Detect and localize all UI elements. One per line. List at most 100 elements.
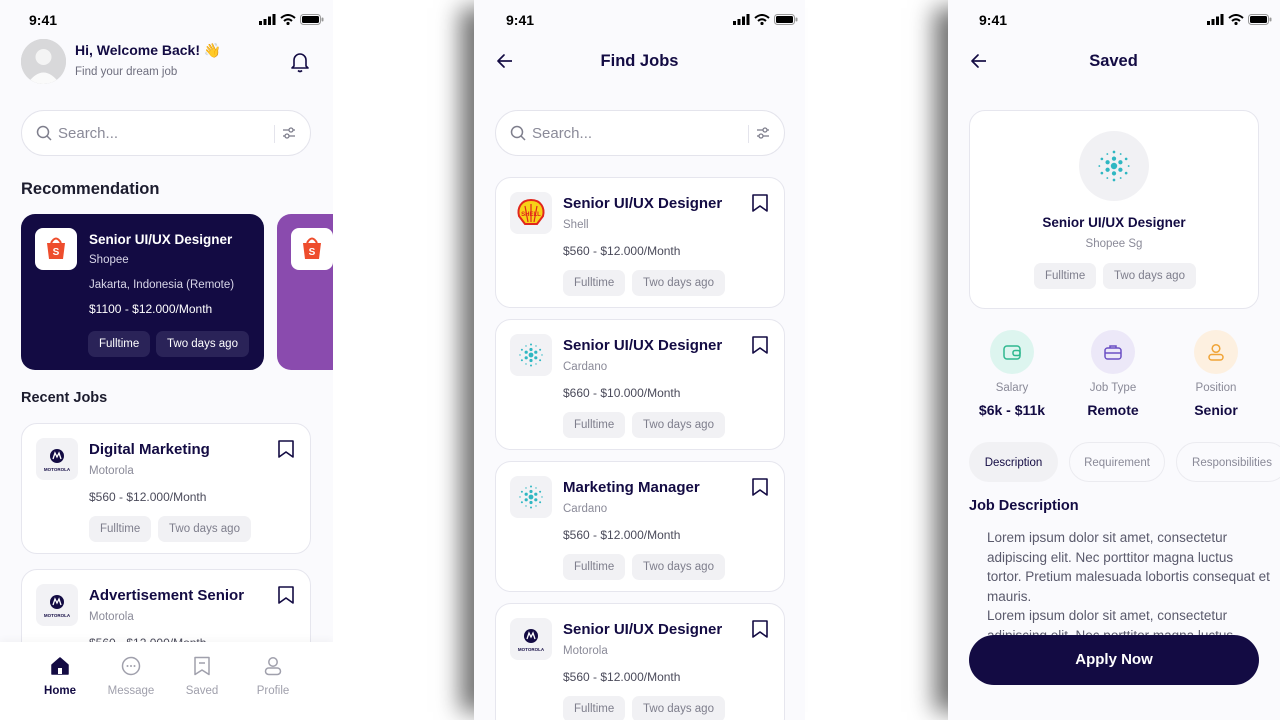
motorola-icon: MOTOROLA <box>518 629 545 652</box>
job-tag-type: Fulltime <box>89 516 152 542</box>
info-job-type-label: Job Type <box>1089 382 1137 394</box>
page-title: Saved <box>1089 52 1138 70</box>
bookmark-icon[interactable] <box>277 439 295 459</box>
job-company: Motorola <box>89 465 134 477</box>
avatar[interactable] <box>21 39 66 84</box>
job-salary: $560 - $12.000/Month <box>89 490 207 504</box>
nav-message[interactable]: Message <box>101 656 161 697</box>
job-title: Advertisement Senior <box>89 587 245 604</box>
status-bar: 9:41 <box>948 0 1280 40</box>
tab-responsibilities[interactable]: Responsibilities <box>1176 442 1280 482</box>
nav-home[interactable]: Home <box>30 656 90 697</box>
featured-job-card[interactable]: S Senior UI/UX Designer Shopee Jakarta, … <box>21 214 264 370</box>
cardano-logo <box>510 334 552 376</box>
greeting: Hi, Welcome Back! 👋 <box>75 42 222 58</box>
job-company: Cardano <box>563 503 608 515</box>
search-icon <box>510 125 526 141</box>
job-tag-type: Fulltime <box>563 270 626 296</box>
saved-job-company: Shopee Sg <box>1085 238 1143 250</box>
apply-now-button[interactable]: Apply Now <box>969 635 1259 685</box>
bookmark-icon[interactable] <box>751 477 769 497</box>
svg-text:S: S <box>53 247 60 258</box>
job-title: Marketing Manager <box>563 479 700 496</box>
info-job-type-circle <box>1091 330 1135 374</box>
svg-text:MOTOROLA: MOTOROLA <box>44 467 71 472</box>
status-bar: 9:41 <box>474 0 805 40</box>
avatar-image <box>21 39 66 84</box>
info-position-value: Senior <box>1194 402 1238 418</box>
svg-text:S: S <box>309 247 316 258</box>
status-bar: 9:41 <box>0 0 333 40</box>
nav-saved-label: Saved <box>185 685 219 697</box>
info-salary-value: $6k - $11k <box>978 402 1046 418</box>
motorola-icon: MOTOROLA <box>44 449 71 472</box>
shopee-logo-2: S <box>291 228 333 270</box>
info-salary-label: Salary <box>995 382 1029 394</box>
info-salary-circle <box>990 330 1034 374</box>
info-position-label: Position <box>1195 382 1237 394</box>
shopee-icon: S <box>303 237 321 259</box>
featured-location: Jakarta, Indonesia (Remote) <box>89 279 235 291</box>
job-salary: $560 - $12.000/Month <box>563 670 681 684</box>
job-salary: $660 - $10.000/Month <box>563 386 681 400</box>
shopee-logo: S <box>35 228 77 270</box>
tab-requirement[interactable]: Requirement <box>1069 442 1165 482</box>
info-salary: Salary $6k - $11k <box>967 330 1057 418</box>
featured-tag-date: Two days ago <box>156 331 249 357</box>
job-tag-date: Two days ago <box>158 516 251 542</box>
job-card[interactable]: SHELL Senior UI/UX Designer Shell $560 -… <box>495 177 785 308</box>
job-tag-date: Two days ago <box>632 412 725 438</box>
bookmark-icon[interactable] <box>751 193 769 213</box>
status-time: 9:41 <box>979 12 1008 28</box>
saved-screen: 9:41 Saved Senior UI/UX Designer Shopee … <box>948 0 1280 720</box>
filter-icon[interactable] <box>756 126 770 140</box>
tab-description[interactable]: Description <box>969 442 1058 482</box>
job-company: Motorola <box>89 611 134 623</box>
message-icon <box>121 656 141 676</box>
cardano-logo <box>510 476 552 518</box>
bottom-nav: Home Message Saved Profile <box>0 642 333 720</box>
job-tag-type: Fulltime <box>563 554 626 580</box>
job-title: Senior UI/UX Designer <box>563 621 723 638</box>
shell-icon: SHELL <box>517 198 545 225</box>
job-tag-type: Fulltime <box>563 412 626 438</box>
job-card[interactable]: Marketing Manager Cardano $560 - $12.000… <box>495 461 785 592</box>
filter-icon[interactable] <box>282 126 296 140</box>
wifi-icon <box>754 13 770 25</box>
status-icons <box>1207 13 1272 25</box>
job-title: Senior UI/UX Designer <box>563 195 723 212</box>
featured-tag-type: Fulltime <box>88 331 151 357</box>
nav-profile[interactable]: Profile <box>243 656 303 697</box>
svg-text:MOTOROLA: MOTOROLA <box>44 613 71 618</box>
bookmark-icon[interactable] <box>751 335 769 355</box>
bookmark-icon[interactable] <box>277 585 295 605</box>
bookmark-icon[interactable] <box>751 619 769 639</box>
status-icons <box>733 13 798 25</box>
signal-icon <box>259 13 276 25</box>
featured-job-card-next[interactable]: S <box>277 214 333 370</box>
recommendation-heading: Recommendation <box>21 180 160 198</box>
search-input[interactable]: Search... <box>532 125 592 142</box>
search-bar[interactable]: Search... <box>495 110 785 156</box>
nav-saved[interactable]: Saved <box>172 656 232 697</box>
info-job-type-value: Remote <box>1087 402 1139 418</box>
profile-icon <box>264 657 282 676</box>
bell-icon[interactable] <box>290 51 310 73</box>
job-card[interactable]: MOTOROLA Senior UI/UX Designer Motorola … <box>495 603 785 720</box>
recent-job-card[interactable]: MOTOROLA Digital Marketing Motorola $560… <box>21 423 311 554</box>
job-title: Digital Marketing <box>89 441 210 458</box>
svg-text:SHELL: SHELL <box>521 212 541 218</box>
svg-text:MOTOROLA: MOTOROLA <box>518 647 545 652</box>
saved-tag-date: Two days ago <box>1103 263 1196 289</box>
home-icon <box>51 657 69 675</box>
battery-icon <box>1248 13 1272 25</box>
job-tag-date: Two days ago <box>632 696 725 720</box>
saved-job-title: Senior UI/UX Designer <box>1042 215 1186 230</box>
search-bar[interactable]: Search... <box>21 110 311 156</box>
search-input[interactable]: Search... <box>58 125 118 142</box>
nav-profile-label: Profile <box>256 685 290 697</box>
job-card[interactable]: Senior UI/UX Designer Cardano $660 - $10… <box>495 319 785 450</box>
cardano-icon <box>519 343 543 367</box>
wifi-icon <box>280 13 296 25</box>
nav-home-label: Home <box>44 685 76 697</box>
